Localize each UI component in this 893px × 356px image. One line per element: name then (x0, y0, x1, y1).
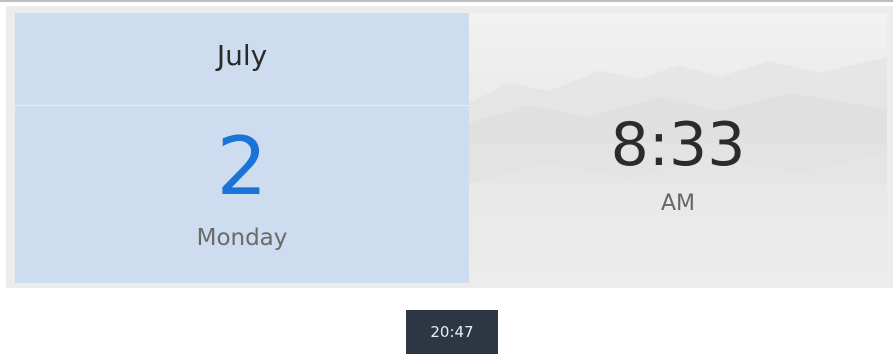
day-number: 2 (216, 120, 268, 213)
time-tooltip: 20:47 (406, 310, 498, 354)
clock-time: 8:33 (610, 110, 746, 180)
month-row: July (15, 13, 469, 106)
date-panel: July 2 Monday (15, 13, 469, 283)
calendar-clock-widget: July 2 Monday 8:33 AM (6, 6, 893, 288)
month-label: July (216, 39, 268, 72)
weekday-label: Monday (196, 225, 288, 251)
time-panel: 8:33 AM (469, 13, 887, 283)
clock-period: AM (660, 191, 696, 216)
top-divider (0, 0, 893, 2)
